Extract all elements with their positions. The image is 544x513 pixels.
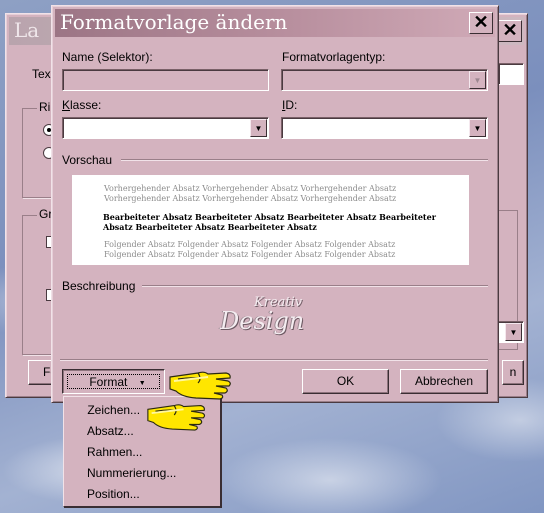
- background-title: La: [14, 18, 40, 42]
- dialog-titlebar: Formatvorlage ändern ✕: [55, 9, 495, 37]
- cancel-button[interactable]: Abbrechen: [400, 369, 488, 394]
- footer-separator: [60, 359, 488, 361]
- menu-item-zeichen[interactable]: ZZeichen...: [87, 403, 141, 417]
- preview-current-paragraph: Bearbeiteter Absatz Bearbeiteter Absatz …: [103, 212, 436, 232]
- pointing-hand-icon: [147, 404, 206, 431]
- background-dropdown[interactable]: ▼: [496, 321, 524, 343]
- menu-item-nummerierung[interactable]: Nummerierung...: [87, 466, 176, 480]
- id-dropdown[interactable]: ▼: [281, 117, 488, 139]
- background-text-label: Tex: [32, 67, 51, 81]
- id-label: ID:: [282, 98, 298, 112]
- name-label: Name (Selektor):: [62, 50, 153, 64]
- format-menu-button[interactable]: Format ▼: [62, 369, 165, 394]
- dialog-close-button[interactable]: ✕: [469, 12, 493, 34]
- kreativ-design-watermark: Kreativ Design: [220, 295, 305, 335]
- chevron-down-icon: ▼: [505, 323, 522, 341]
- background-input[interactable]: [498, 63, 524, 85]
- menu-item-position[interactable]: Position...: [87, 487, 140, 501]
- class-label: Klasse:: [62, 98, 102, 112]
- style-type-dropdown[interactable]: ▼: [281, 69, 488, 91]
- preview-following-paragraph: Folgender Absatz Folgender Absatz Folgen…: [104, 240, 396, 259]
- class-dropdown[interactable]: ▼: [62, 117, 269, 139]
- preview-separator: [121, 159, 488, 161]
- style-type-label: Formatvorlagentyp:: [282, 50, 386, 64]
- close-icon: ✕: [473, 12, 489, 32]
- description-separator: [142, 285, 488, 287]
- chevron-down-icon: ▼: [250, 119, 267, 137]
- menu-item-rahmen[interactable]: Rahmen...: [87, 445, 142, 459]
- ok-button[interactable]: OK: [302, 369, 389, 394]
- description-label: Beschreibung: [62, 279, 136, 293]
- close-icon: ✕: [502, 20, 518, 40]
- preview-label: Vorschau: [62, 153, 113, 167]
- menu-item-label: Zeichen...: [87, 403, 141, 417]
- background-footer-right-button[interactable]: n: [502, 360, 524, 385]
- preview-box: Vorhergehender Absatz Vorhergehender Abs…: [72, 175, 469, 265]
- menu-item-absatz[interactable]: Absatz...: [87, 424, 134, 438]
- chevron-down-icon: ▼: [469, 71, 486, 89]
- background-close-button[interactable]: ✕: [498, 20, 522, 42]
- name-input[interactable]: [62, 69, 269, 91]
- preview-previous-paragraph: Vorhergehender Absatz Vorhergehender Abs…: [104, 184, 397, 203]
- chevron-down-icon: ▼: [469, 119, 486, 137]
- pointing-hand-icon: [169, 371, 231, 400]
- focus-rect: [67, 374, 160, 389]
- dialog-title: Formatvorlage ändern: [60, 10, 288, 34]
